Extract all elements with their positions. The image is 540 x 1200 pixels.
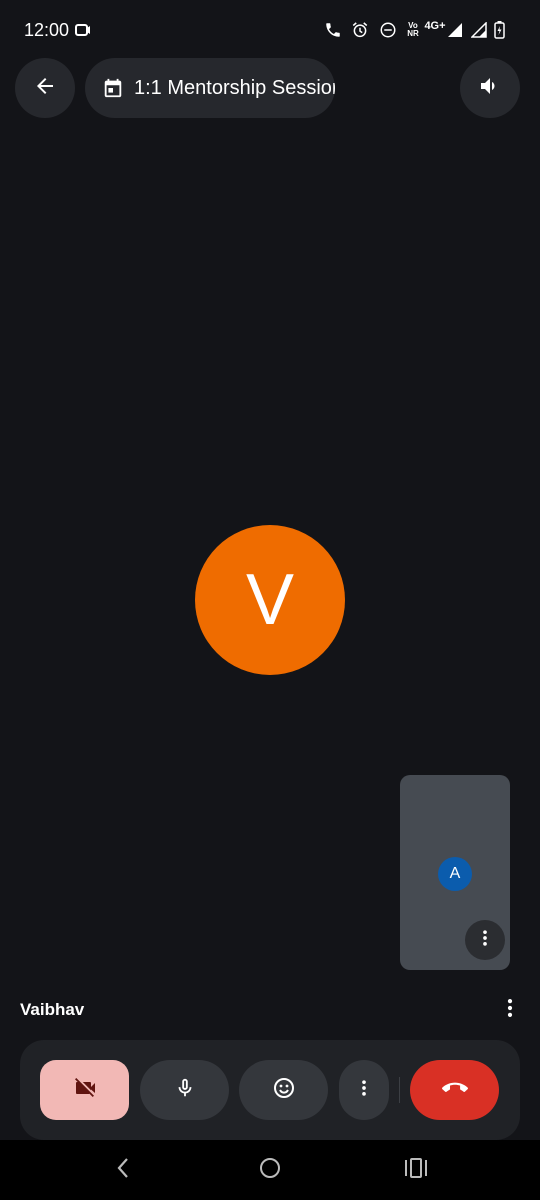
meeting-title: 1:1 Mentorship Session <box>134 76 335 99</box>
more-vert-icon <box>475 928 495 953</box>
status-time: 12:00 <box>24 20 70 40</box>
arrow-left-icon <box>33 74 57 103</box>
camera-off-icon <box>73 1076 97 1105</box>
signal-icon <box>470 20 488 40</box>
call-icon <box>323 20 343 40</box>
volte-icon: Vo NR <box>402 20 424 40</box>
self-view-more-button[interactable] <box>465 920 505 960</box>
nav-recents-button[interactable] <box>398 1152 434 1188</box>
speaker-volume-icon <box>478 74 502 103</box>
mic-icon <box>174 1077 196 1104</box>
network-type: 4G+ <box>424 20 446 32</box>
participant-name: Vaibhav <box>20 1000 85 1019</box>
mic-toggle-button[interactable] <box>140 1060 229 1120</box>
emoji-icon <box>272 1076 296 1105</box>
speaker-button[interactable] <box>460 58 520 118</box>
participant-more-button[interactable] <box>495 995 525 1025</box>
nav-back-icon <box>115 1157 131 1184</box>
participant-avatar: V <box>195 525 345 675</box>
signal-icon <box>446 20 464 40</box>
meeting-title-button[interactable]: 1:1 Mentorship Session <box>85 58 335 118</box>
call-end-icon <box>441 1075 468 1106</box>
do-not-disturb-icon <box>378 20 398 40</box>
nav-home-icon <box>259 1157 281 1184</box>
camera-toggle-button[interactable] <box>40 1060 129 1120</box>
nav-home-button[interactable] <box>252 1152 288 1188</box>
more-vert-icon <box>499 997 521 1024</box>
self-initial: A <box>449 865 461 882</box>
back-button[interactable] <box>15 58 75 118</box>
nav-recents-icon <box>404 1157 428 1183</box>
reactions-button[interactable] <box>239 1060 328 1120</box>
alarm-icon <box>350 20 370 40</box>
status-bar: 12:00 Vo NR 4G+ <box>0 0 540 60</box>
nav-back-button[interactable] <box>105 1155 141 1185</box>
self-view-tile[interactable]: A <box>400 775 510 970</box>
calendar-icon <box>102 77 124 99</box>
more-vert-icon <box>354 1078 374 1103</box>
more-options-button[interactable] <box>339 1060 389 1120</box>
system-nav-bar <box>0 1140 540 1200</box>
participant-initial: V <box>245 560 295 640</box>
call-controls <box>20 1040 520 1140</box>
volte-label-bottom: NR <box>407 29 419 38</box>
battery-charging-icon <box>492 20 506 40</box>
end-call-button[interactable] <box>410 1060 499 1120</box>
control-divider <box>399 1077 400 1103</box>
self-avatar: A <box>438 857 472 891</box>
screen-record-icon <box>74 20 92 40</box>
